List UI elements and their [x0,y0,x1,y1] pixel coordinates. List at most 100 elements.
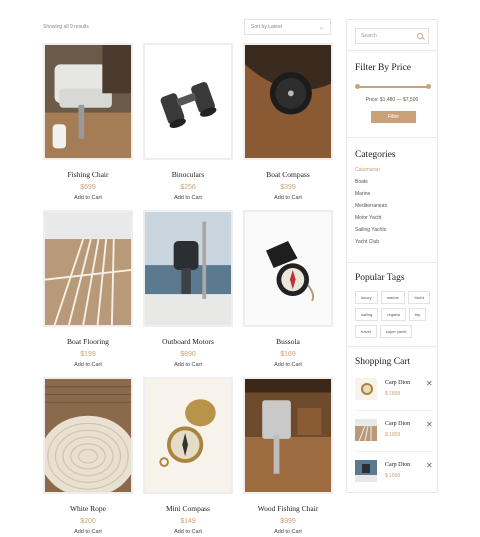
results-count: Showing all 9 results [43,24,89,30]
cart-item-price: $ 1899 [385,391,401,397]
category-item-marine[interactable]: Marine [355,188,387,200]
product-grid: Fishing Chair $699 Add to Cart Binocular… [43,43,333,535]
product-name[interactable]: Fishing Chair [43,170,133,179]
product-image-bussola[interactable] [243,210,333,327]
tag-luxury[interactable]: luxury [355,291,378,304]
categories-widget: Categories Catamaran Boats Marine Medite… [347,138,437,263]
add-to-cart-link[interactable]: Add to Cart [143,362,233,368]
product-card[interactable]: Outboard Motors $890 Add to Cart [143,210,233,368]
cart-item-name[interactable]: Carp Dion [385,421,410,427]
cart-item: Carp Dion $ 1899 ✕ [355,378,433,406]
product-image-boat-flooring[interactable] [43,210,133,327]
product-card[interactable]: Mini Compass $149 Add to Cart [143,377,233,535]
product-name[interactable]: Boat Compass [243,170,333,179]
add-to-cart-link[interactable]: Add to Cart [243,195,333,201]
cart-item-image[interactable] [355,419,377,441]
product-price: $200 [80,518,96,525]
product-card[interactable]: Bussola $169 Add to Cart [243,210,333,368]
cart-item: Carp Dion $ 1899 ✕ [355,460,433,488]
product-card[interactable]: Binoculars $256 Add to Cart [143,43,233,201]
cart-divider [355,410,433,411]
cart-widget: Shopping Cart Carp Dion $ 1899 ✕ Carp Di… [347,347,437,493]
tag-cloud: luxury marine Yacht sailing regatta trip… [355,291,433,338]
product-image-binoculars[interactable] [143,43,233,160]
product-image-mini-compass[interactable] [143,377,233,494]
add-to-cart-link[interactable]: Add to Cart [43,362,133,368]
search-widget: Search [347,20,437,51]
sort-select[interactable]: Sort by Latest ⌄ [244,19,331,35]
product-card[interactable]: Wood Fishing Chair $999 Add to Cart [243,377,333,535]
search-placeholder: Search [361,33,377,39]
product-card[interactable]: Boat Flooring $199 Add to Cart [43,210,133,368]
product-name[interactable]: Wood Fishing Chair [243,504,333,513]
add-to-cart-link[interactable]: Add to Cart [43,195,133,201]
price-slider[interactable] [355,84,431,89]
cart-item-name[interactable]: Carp Dion [385,462,410,468]
category-item-motor-yacht[interactable]: Motor Yacht [355,212,387,224]
add-to-cart-link[interactable]: Add to Cart [243,529,333,535]
cart-item-price: $ 1899 [385,473,401,479]
product-name[interactable]: Binoculars [143,170,233,179]
close-icon[interactable]: ✕ [426,461,433,470]
price-filter-widget: Filter By Price Price: $1,480 — $7,500 F… [347,51,437,138]
add-to-cart-link[interactable]: Add to Cart [143,195,233,201]
product-name[interactable]: Boat Flooring [43,337,133,346]
product-price: $890 [180,351,196,358]
product-price: $149 [180,518,196,525]
category-item-yacht-club[interactable]: Yacht Club [355,236,387,248]
product-price: $699 [80,184,96,191]
tag-yacht[interactable]: Yacht [407,291,430,304]
close-icon[interactable]: ✕ [426,379,433,388]
tag-travel[interactable]: travel [355,325,377,338]
product-card[interactable]: Boat Compass $399 Add to Cart [243,43,333,201]
search-icon[interactable] [417,33,423,39]
filter-title: Filter By Price [355,63,411,73]
chevron-down-icon: ⌄ [318,24,324,31]
product-price: $399 [280,184,296,191]
tag-super-yacht[interactable]: super yacht [379,325,413,338]
close-icon[interactable]: ✕ [426,420,433,429]
categories-title: Categories [355,150,396,160]
product-price: $169 [280,351,296,358]
add-to-cart-link[interactable]: Add to Cart [143,529,233,535]
product-image-fishing-chair[interactable] [43,43,133,160]
tag-marine[interactable]: marine [380,291,405,304]
category-list: Catamaran Boats Marine Mediterranean Mot… [355,164,387,248]
category-item-mediterranean[interactable]: Mediterranean [355,200,387,212]
cart-divider [355,451,433,452]
tags-widget: Popular Tags luxury marine Yacht sailing… [347,263,437,347]
product-image-outboard-motor[interactable] [143,210,233,327]
tag-sailing[interactable]: sailing [355,308,379,321]
category-item-boats[interactable]: Boats [355,176,387,188]
product-name[interactable]: Bussola [243,337,333,346]
cart-item-image[interactable] [355,378,377,400]
product-image-wood-fishing-chair[interactable] [243,377,333,494]
category-item-sailing-yachts[interactable]: Sailing Yachts [355,224,387,236]
product-card[interactable]: Fishing Chair $699 Add to Cart [43,43,133,201]
sidebar: Search Filter By Price Price: $1,480 — $… [346,19,438,493]
product-name[interactable]: White Rope [43,504,133,513]
price-range-text: Price: $1,480 — $7,500 [365,97,419,103]
product-price: $256 [180,184,196,191]
product-price: $199 [80,351,96,358]
tag-trip[interactable]: trip [408,308,427,321]
tag-regatta[interactable]: regatta [381,308,406,321]
price-max-handle[interactable] [426,84,431,89]
add-to-cart-link[interactable]: Add to Cart [43,529,133,535]
cart-title: Shopping Cart [355,357,411,367]
search-input[interactable]: Search [355,28,429,44]
category-item-catamaran[interactable]: Catamaran [355,164,387,176]
cart-item-price: $ 1899 [385,432,401,438]
product-card[interactable]: White Rope $200 Add to Cart [43,377,133,535]
product-image-white-rope[interactable] [43,377,133,494]
product-name[interactable]: Outboard Motors [143,337,233,346]
cart-item: Carp Dion $ 1899 ✕ [355,419,433,447]
filter-button[interactable]: Filter [371,111,416,123]
product-name[interactable]: Mini Compass [143,504,233,513]
sort-select-value: Sort by Latest [251,24,282,30]
cart-item-image[interactable] [355,460,377,482]
price-min-handle[interactable] [355,84,360,89]
add-to-cart-link[interactable]: Add to Cart [243,362,333,368]
cart-item-name[interactable]: Carp Dion [385,380,410,386]
product-image-boat-compass[interactable] [243,43,333,160]
